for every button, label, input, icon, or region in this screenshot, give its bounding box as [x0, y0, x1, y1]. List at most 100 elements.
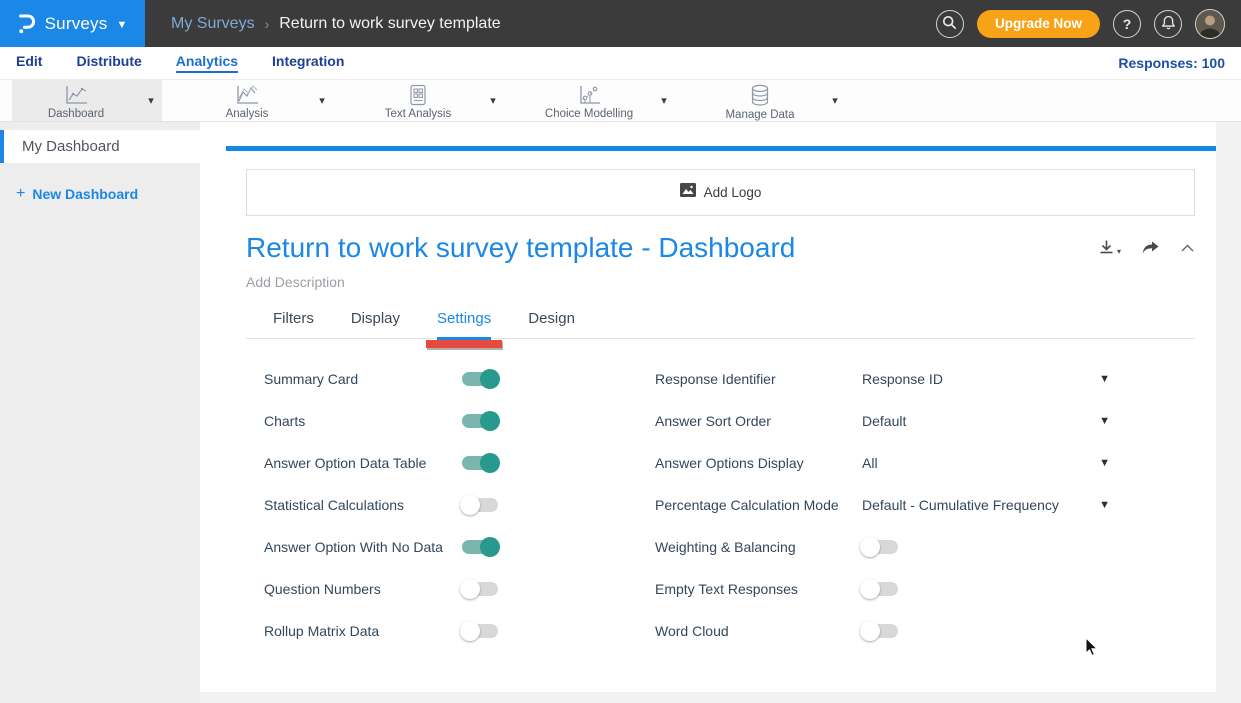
tab-filters[interactable]: Filters — [273, 310, 314, 338]
text-analysis-caret-icon[interactable]: ▾ — [482, 94, 504, 107]
collapse-button[interactable] — [1180, 243, 1195, 253]
dashboard-caret-icon[interactable]: ▾ — [140, 94, 162, 107]
rollup-matrix-data-toggle[interactable] — [462, 624, 498, 638]
summary-card-toggle[interactable] — [462, 372, 498, 386]
setting-row-word-cloud: Word Cloud — [655, 610, 1175, 652]
plus-icon: + — [16, 185, 25, 203]
toggle-knob — [860, 579, 880, 599]
tab-integration[interactable]: Integration — [272, 53, 344, 73]
setting-row-empty-text-responses: Empty Text Responses — [655, 568, 1175, 610]
setting-row-summary-card: Summary Card — [264, 358, 655, 400]
questionpro-logo-icon — [18, 13, 36, 35]
tab-settings-label: Settings — [437, 310, 491, 327]
toggle-knob — [480, 537, 500, 557]
share-button[interactable] — [1141, 240, 1160, 256]
tab-distribute[interactable]: Distribute — [76, 53, 141, 73]
toolbar-label: Text Analysis — [385, 108, 451, 120]
setting-row-answer-option-data-table: Answer Option Data Table — [264, 442, 655, 484]
tab-design[interactable]: Design — [528, 310, 575, 338]
answer-options-display-select[interactable]: All ▼ — [862, 455, 1110, 471]
tab-edit[interactable]: Edit — [16, 53, 42, 73]
toggle-knob — [860, 537, 880, 557]
toolbar-item-manage-data[interactable]: Manage Data ▾ — [696, 80, 846, 121]
setting-row-charts: Charts — [264, 400, 655, 442]
tab-settings[interactable]: Settings — [437, 310, 491, 340]
notifications-button[interactable] — [1154, 10, 1182, 38]
setting-label: Question Numbers — [264, 581, 462, 597]
download-icon — [1098, 239, 1115, 256]
image-icon — [680, 183, 696, 202]
setting-label: Answer Option With No Data — [264, 539, 462, 555]
chevron-down-icon: ▼ — [1099, 415, 1110, 427]
download-button[interactable]: ▾ — [1098, 239, 1121, 256]
settings-left-column: Summary Card Charts Answer Option Data T… — [264, 358, 655, 652]
chevron-down-icon: ▼ — [1099, 457, 1110, 469]
empty-text-responses-toggle[interactable] — [862, 582, 898, 596]
setting-label: Rollup Matrix Data — [264, 623, 462, 639]
add-description-placeholder[interactable]: Add Description — [246, 274, 1216, 290]
help-button[interactable]: ? — [1113, 10, 1141, 38]
tab-analytics[interactable]: Analytics — [176, 53, 238, 73]
product-switcher[interactable]: Surveys ▼ — [0, 0, 145, 47]
setting-row-question-numbers: Question Numbers — [264, 568, 655, 610]
setting-row-percentage-calculation-mode: Percentage Calculation Mode Default - Cu… — [655, 484, 1175, 526]
chevron-down-icon: ▼ — [1099, 499, 1110, 511]
add-logo-dropzone[interactable]: Add Logo — [246, 169, 1195, 216]
tab-display[interactable]: Display — [351, 310, 400, 338]
analysis-line-chart-icon — [234, 84, 260, 106]
search-icon — [942, 15, 957, 33]
breadcrumb-separator-icon: › — [265, 16, 270, 32]
user-avatar[interactable] — [1195, 9, 1225, 39]
bell-icon — [1161, 15, 1176, 33]
setting-row-weighting-balancing: Weighting & Balancing — [655, 526, 1175, 568]
charts-toggle[interactable] — [462, 414, 498, 428]
answer-sort-order-select[interactable]: Default ▼ — [862, 413, 1110, 429]
toggle-knob — [860, 621, 880, 641]
setting-label: Percentage Calculation Mode — [655, 497, 862, 513]
weighting-balancing-toggle[interactable] — [862, 540, 898, 554]
setting-label: Answer Options Display — [655, 455, 862, 471]
search-button[interactable] — [936, 10, 964, 38]
response-identifier-select[interactable]: Response ID ▼ — [862, 371, 1110, 387]
settings-panel: Summary Card Charts Answer Option Data T… — [264, 358, 1216, 652]
toggle-knob — [480, 453, 500, 473]
new-dashboard-button[interactable]: + New Dashboard — [16, 185, 200, 203]
select-value: Default - Cumulative Frequency — [862, 497, 1099, 513]
toolbar-item-analysis[interactable]: Analysis ▾ — [183, 80, 333, 121]
setting-row-response-identifier: Response Identifier Response ID ▼ — [655, 358, 1175, 400]
chevron-down-icon: ▼ — [1099, 373, 1110, 385]
page-title: Return to work survey template - Dashboa… — [246, 233, 795, 264]
answer-option-data-table-toggle[interactable] — [462, 456, 498, 470]
setting-label: Response Identifier — [655, 371, 862, 387]
question-numbers-toggle[interactable] — [462, 582, 498, 596]
responses-count[interactable]: Responses: 100 — [1118, 55, 1225, 71]
choice-modelling-caret-icon[interactable]: ▾ — [653, 94, 675, 107]
setting-label: Empty Text Responses — [655, 581, 862, 597]
new-dashboard-label: New Dashboard — [32, 186, 138, 202]
sidebar-item-my-dashboard[interactable]: My Dashboard — [0, 130, 200, 163]
toggle-knob — [480, 369, 500, 389]
product-caret-icon: ▼ — [116, 19, 127, 31]
statistical-calculations-toggle[interactable] — [462, 498, 498, 512]
toolbar-label: Dashboard — [48, 108, 104, 120]
analysis-caret-icon[interactable]: ▾ — [311, 94, 333, 107]
subnav-tabs: Edit Distribute Analytics Integration — [16, 53, 344, 73]
toolbar-item-dashboard[interactable]: Dashboard ▾ — [12, 80, 162, 121]
upgrade-now-button[interactable]: Upgrade Now — [977, 10, 1100, 38]
red-annotation-marker — [426, 340, 502, 348]
setting-row-answer-options-display: Answer Options Display All ▼ — [655, 442, 1175, 484]
toolbar-label: Choice Modelling — [545, 108, 633, 120]
breadcrumb-my-surveys[interactable]: My Surveys — [171, 15, 255, 33]
toolbar-item-text-analysis[interactable]: Text Analysis ▾ — [354, 80, 504, 121]
document-grid-icon — [407, 84, 429, 106]
manage-data-caret-icon[interactable]: ▾ — [824, 94, 846, 107]
word-cloud-toggle[interactable] — [862, 624, 898, 638]
toolbar-item-choice-modelling[interactable]: Choice Modelling ▾ — [525, 80, 675, 121]
select-value: Default — [862, 413, 1099, 429]
select-value: All — [862, 455, 1099, 471]
analytics-toolbar: Dashboard ▾ Analysis ▾ Text Analysis ▾ C… — [0, 79, 1241, 122]
setting-label: Charts — [264, 413, 462, 429]
answer-option-with-no-data-toggle[interactable] — [462, 540, 498, 554]
percentage-calculation-mode-select[interactable]: Default - Cumulative Frequency ▼ — [862, 497, 1110, 513]
settings-right-column: Response Identifier Response ID ▼ Answer… — [655, 358, 1175, 652]
